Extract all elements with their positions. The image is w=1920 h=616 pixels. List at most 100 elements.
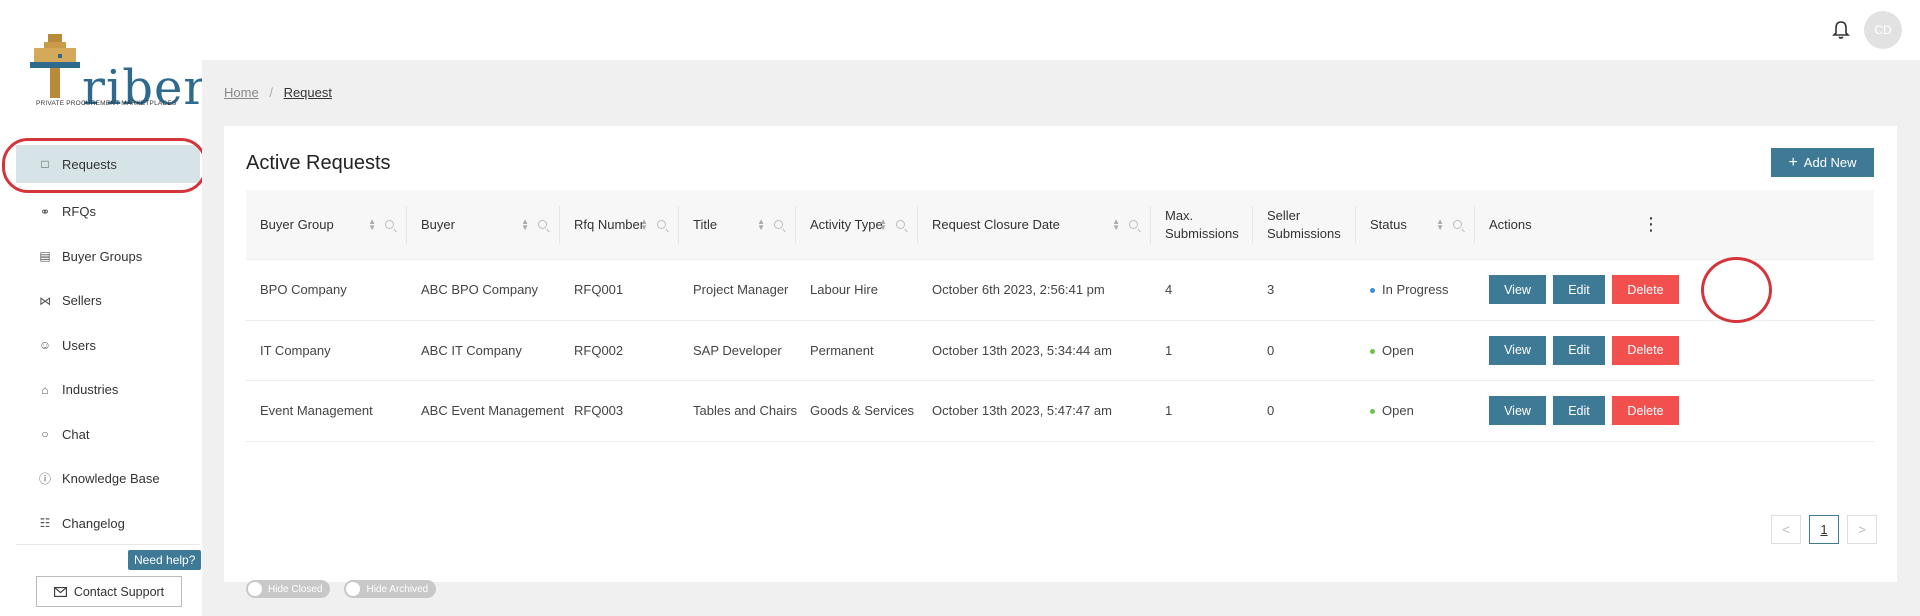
toggle-knob [248, 582, 262, 596]
column-max-submissions[interactable]: Max. Submissions [1151, 205, 1253, 244]
contact-support-button[interactable]: Contact Support [36, 576, 182, 607]
column-label: Rfq Number [574, 216, 645, 232]
breadcrumb-home-link[interactable]: Home [224, 85, 259, 100]
requests-card: Active Requests + Add New Buyer Group ▲ ▼… [224, 126, 1897, 598]
view-button[interactable]: View [1489, 275, 1546, 305]
pagination: < 1 > [1771, 515, 1877, 544]
search-icon[interactable] [1453, 220, 1462, 229]
column-buyer-group[interactable]: Buyer Group ▲ ▼ [246, 205, 407, 244]
sidebar-item-buyer-groups[interactable]: ▤ Buyer Groups [16, 234, 200, 279]
cell-rfq-number: RFQ003 [574, 403, 624, 419]
view-button[interactable]: View [1489, 335, 1546, 365]
status-dot [1370, 288, 1375, 294]
page-title: Active Requests [246, 152, 391, 174]
column-rfq-number[interactable]: Rfq Number ▲ ▼ [560, 205, 679, 244]
column-title[interactable]: Title ▲ ▼ [679, 205, 796, 244]
sort-icon[interactable]: ▲ ▼ [757, 217, 765, 231]
column-request-closure-date[interactable]: Request Closure Date ▲ ▼ [918, 205, 1151, 244]
cell-max-submissions: 4 [1165, 282, 1173, 298]
column-label: Buyer Group [260, 216, 334, 232]
status-label: In Progress [1382, 282, 1449, 298]
cell-actions: View Edit Delete [1475, 396, 1679, 426]
sort-icon[interactable]: ▲ ▼ [879, 217, 887, 231]
column-activity-type[interactable]: Activity Type ▲ ▼ [796, 205, 918, 244]
add-new-button[interactable]: + Add New [1771, 148, 1874, 177]
cell-closure-date: October 13th 2023, 5:34:44 am [932, 342, 1112, 358]
edit-button[interactable]: Edit [1553, 275, 1605, 305]
hide-archived-toggle[interactable]: Hide Archived [344, 580, 437, 598]
column-label: Request Closure Date [932, 216, 1060, 232]
sidebar-item-rfqs[interactable]: ⚭ RFQs [16, 190, 200, 235]
column-buyer[interactable]: Buyer ▲ ▼ [407, 205, 560, 244]
sidebar-item-label: Buyer Groups [62, 248, 143, 264]
cell-closure-date: October 6th 2023, 2:56:41 pm [932, 282, 1105, 298]
sidebar-item-label: Sellers [62, 293, 102, 309]
cell-title: Project Manager [693, 282, 789, 298]
hide-closed-toggle[interactable]: Hide Closed [246, 580, 331, 598]
cell-max-submissions: 1 [1165, 342, 1173, 358]
search-icon[interactable] [774, 220, 783, 229]
delete-button[interactable]: Delete [1612, 335, 1679, 365]
view-button[interactable]: View [1489, 396, 1546, 426]
sidebar-item-label: Chat [62, 426, 90, 442]
cell-closure-date: October 13th 2023, 5:47:47 am [932, 403, 1112, 419]
sort-icon[interactable]: ▲ ▼ [1112, 217, 1120, 231]
search-icon[interactable] [657, 220, 666, 229]
main-content: Home / Request Active Requests + Add New… [202, 60, 1920, 616]
table-header: Buyer Group ▲ ▼ Buyer ▲ ▼ Rfq Number ▲ ▼ Ti… [246, 190, 1874, 260]
sidebar-nav: □ Requests ⚭ RFQs ▤ Buyer Groups ⋈ Selle… [16, 145, 200, 546]
top-header: CD [0, 0, 1920, 60]
cell-seller-submissions: 0 [1267, 403, 1275, 419]
brand-logo[interactable]: riber PRIVATE PROCUREMENT MARKETPLACES [30, 34, 206, 116]
column-label: Activity Type [810, 216, 883, 232]
sort-icon[interactable]: ▲ ▼ [640, 217, 648, 231]
toggle-knob [346, 582, 361, 596]
column-seller-submissions[interactable]: Seller Submissions [1253, 205, 1356, 244]
clipboard-icon: ☷ [39, 516, 51, 531]
toggle-label: Hide Archived [366, 583, 429, 595]
sidebar-item-chat[interactable]: ○ Chat [16, 412, 200, 457]
next-page-button[interactable]: > [1847, 515, 1877, 544]
search-icon[interactable] [538, 220, 547, 229]
edit-button[interactable]: Edit [1553, 396, 1605, 426]
sidebar-item-changelog[interactable]: ☷ Changelog [16, 501, 200, 546]
delete-button[interactable]: Delete [1612, 275, 1679, 305]
status-label: Open [1382, 403, 1414, 419]
cell-seller-submissions: 3 [1267, 282, 1275, 298]
cell-rfq-number: RFQ001 [574, 282, 624, 298]
bell-icon[interactable] [1832, 20, 1850, 40]
table-row: BPO Company ABC BPO Company RFQ001 Proje… [246, 260, 1874, 321]
breadcrumb-current[interactable]: Request [284, 85, 332, 100]
prev-page-button[interactable]: < [1771, 515, 1801, 544]
sidebar-item-label: RFQs [62, 204, 96, 220]
mail-icon [53, 586, 67, 597]
page-number-button[interactable]: 1 [1809, 515, 1839, 544]
search-icon[interactable] [896, 220, 905, 229]
sidebar-divider [16, 544, 200, 545]
sidebar-item-users[interactable]: ☺ Users [16, 323, 200, 368]
cell-buyer: ABC Event Management [421, 403, 565, 419]
delete-button[interactable]: Delete [1612, 396, 1679, 426]
sort-icon[interactable]: ▲ ▼ [1436, 217, 1444, 231]
sort-icon[interactable]: ▲ ▼ [368, 217, 376, 231]
column-actions: Actions ⋮ [1475, 206, 1674, 244]
sidebar-item-sellers[interactable]: ⋈ Sellers [16, 279, 200, 324]
search-icon[interactable] [385, 220, 394, 229]
more-options-icon[interactable]: ⋮ [1642, 212, 1660, 236]
sort-icon[interactable]: ▲ ▼ [521, 217, 529, 231]
sidebar-item-knowledge-base[interactable]: ⓘ Knowledge Base [16, 457, 200, 502]
help-icon: ⓘ [38, 472, 51, 487]
search-icon[interactable] [1129, 220, 1138, 229]
avatar[interactable]: CD [1864, 11, 1902, 49]
cell-rfq-number: RFQ002 [574, 342, 624, 358]
cell-buyer-group: IT Company [260, 342, 331, 358]
edit-button[interactable]: Edit [1553, 335, 1605, 365]
table-row: IT Company ABC IT Company RFQ002 SAP Dev… [246, 321, 1874, 381]
column-status[interactable]: Status ▲ ▼ [1356, 205, 1475, 244]
need-help-badge[interactable]: Need help? [128, 550, 202, 570]
column-label: Status [1370, 216, 1407, 232]
add-new-label: Add New [1803, 155, 1857, 170]
table-row: Event Management ABC Event Management RF… [246, 381, 1874, 442]
sidebar-item-label: Changelog [62, 515, 125, 531]
sidebar-item-industries[interactable]: ⌂ Industries [16, 368, 200, 413]
